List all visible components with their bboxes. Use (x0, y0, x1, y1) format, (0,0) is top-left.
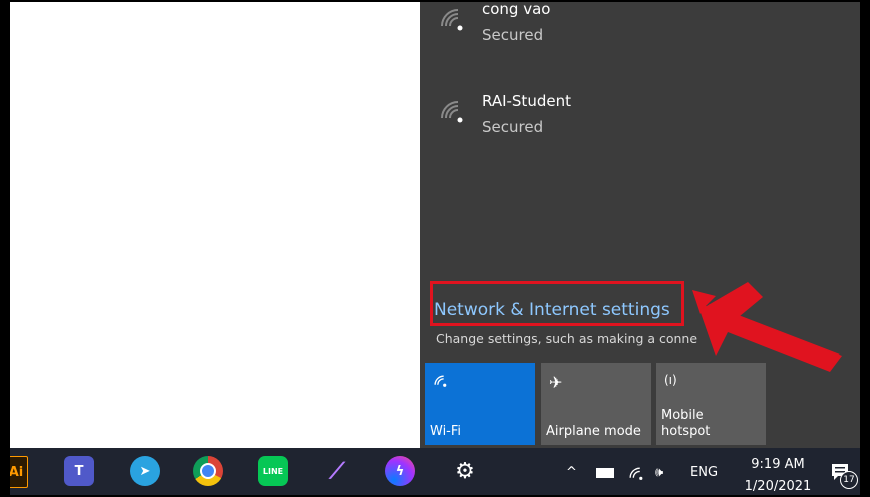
hotspot-label: Mobile hotspot (661, 408, 711, 439)
network-status: Secured (482, 26, 544, 44)
action-center-button[interactable]: 17 (830, 462, 858, 489)
network-name: RAI-Student (482, 92, 571, 110)
settings-gear-icon[interactable]: ⚙ (450, 456, 480, 486)
mobile-hotspot-button[interactable]: (ı) Mobile hotspot (656, 363, 766, 445)
network-item-cong-vao[interactable]: cong vao Secured (420, 0, 861, 54)
language-indicator[interactable]: ENG (690, 448, 718, 497)
volume-icon[interactable]: 🕪 (655, 448, 663, 497)
network-name: cong vao (482, 0, 551, 18)
battery-icon[interactable] (596, 448, 614, 497)
chevron-up-icon: ^ (566, 465, 577, 480)
wifi-toggle-button[interactable]: Wi-Fi (425, 363, 535, 445)
notification-count-badge: 17 (840, 471, 858, 489)
wifi-label: Wi-Fi (430, 424, 462, 439)
wifi-tray-icon (629, 467, 643, 480)
wifi-signal-icon (441, 101, 463, 123)
airplane-label: Airplane mode (546, 424, 641, 439)
settings-description: Change settings, such as making a conne r… (436, 331, 786, 346)
airplane-icon: ✈ (549, 373, 563, 392)
desktop-area (10, 0, 420, 448)
network-status: Secured (482, 118, 544, 136)
right-border (860, 0, 870, 497)
highlight-box (430, 281, 684, 326)
clock-time: 9:19 AM (751, 457, 805, 472)
left-border (0, 0, 10, 497)
messenger-icon[interactable]: ϟ (385, 456, 415, 486)
network-tray-icon[interactable] (627, 448, 645, 497)
wifi-icon (434, 375, 447, 387)
show-hidden-icons-button[interactable]: ^ (566, 448, 577, 497)
telegram-icon[interactable]: ➤ (130, 456, 160, 486)
wifi-signal-icon (441, 9, 463, 31)
airplane-mode-button[interactable]: ✈ Airplane mode (541, 363, 651, 445)
chrome-icon[interactable] (193, 456, 223, 486)
hotspot-icon: (ı) (664, 373, 677, 387)
feather-icon[interactable]: ⟋ (322, 456, 352, 486)
teams-icon[interactable]: T (64, 456, 94, 486)
clock[interactable]: 9:19 AM 1/20/2021 (738, 456, 818, 496)
line-icon[interactable]: LINE (258, 456, 288, 486)
clock-date: 1/20/2021 (744, 479, 812, 494)
network-item-rai-student[interactable]: RAI-Student Secured (420, 86, 861, 146)
